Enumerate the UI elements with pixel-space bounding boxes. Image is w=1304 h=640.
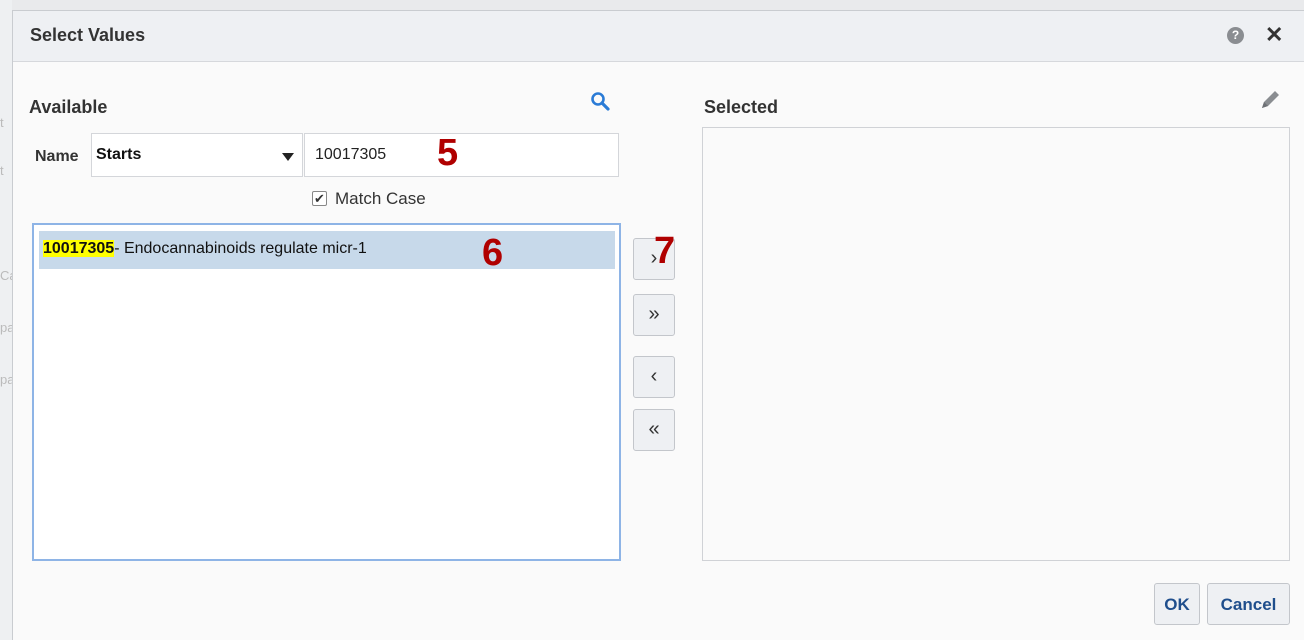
operator-select-value: Starts [96,146,142,163]
background-page: t t Ca pa pa [0,0,17,640]
list-item-rest: - Endocannabinoids regulate micr-1 [114,240,367,257]
match-case-checkbox[interactable]: ✔ [312,191,327,206]
chevron-down-icon [282,153,294,161]
help-icon[interactable]: ? [1227,27,1244,44]
list-item[interactable]: 10017305- Endocannabinoids regulate micr… [39,231,615,269]
dialog-title: Select Values [30,25,146,45]
list-item-text: 10017305- Endocannabinoids regulate micr… [43,240,367,258]
annotation-6: 6 [482,232,504,274]
annotation-7: 7 [654,230,676,272]
search-icon[interactable] [589,90,611,112]
selected-listbox[interactable] [702,127,1290,561]
operator-select[interactable]: Starts [91,133,303,177]
annotation-5: 5 [437,132,459,174]
close-icon[interactable]: ✕ [1265,22,1283,48]
selected-label: Selected [704,97,779,117]
cancel-button[interactable]: Cancel [1207,583,1290,625]
move-all-right-button[interactable]: » [633,294,675,336]
available-listbox[interactable]: 10017305- Endocannabinoids regulate micr… [32,223,621,561]
select-values-dialog: Select Values ? ✕ Available Name Starts … [12,10,1304,640]
name-filter-label: Name [35,148,79,165]
background-text: t [0,163,4,178]
move-left-button[interactable]: ‹ [633,356,675,398]
search-input[interactable] [304,133,619,177]
ok-button[interactable]: OK [1154,583,1200,625]
available-label: Available [29,97,108,117]
pencil-icon[interactable] [1257,87,1283,113]
list-item-match: 10017305 [43,240,115,257]
match-case-label: Match Case [335,189,426,208]
move-all-left-button[interactable]: « [633,409,675,451]
background-text: t [0,115,4,130]
dialog-titlebar: Select Values ? ✕ [13,11,1304,62]
